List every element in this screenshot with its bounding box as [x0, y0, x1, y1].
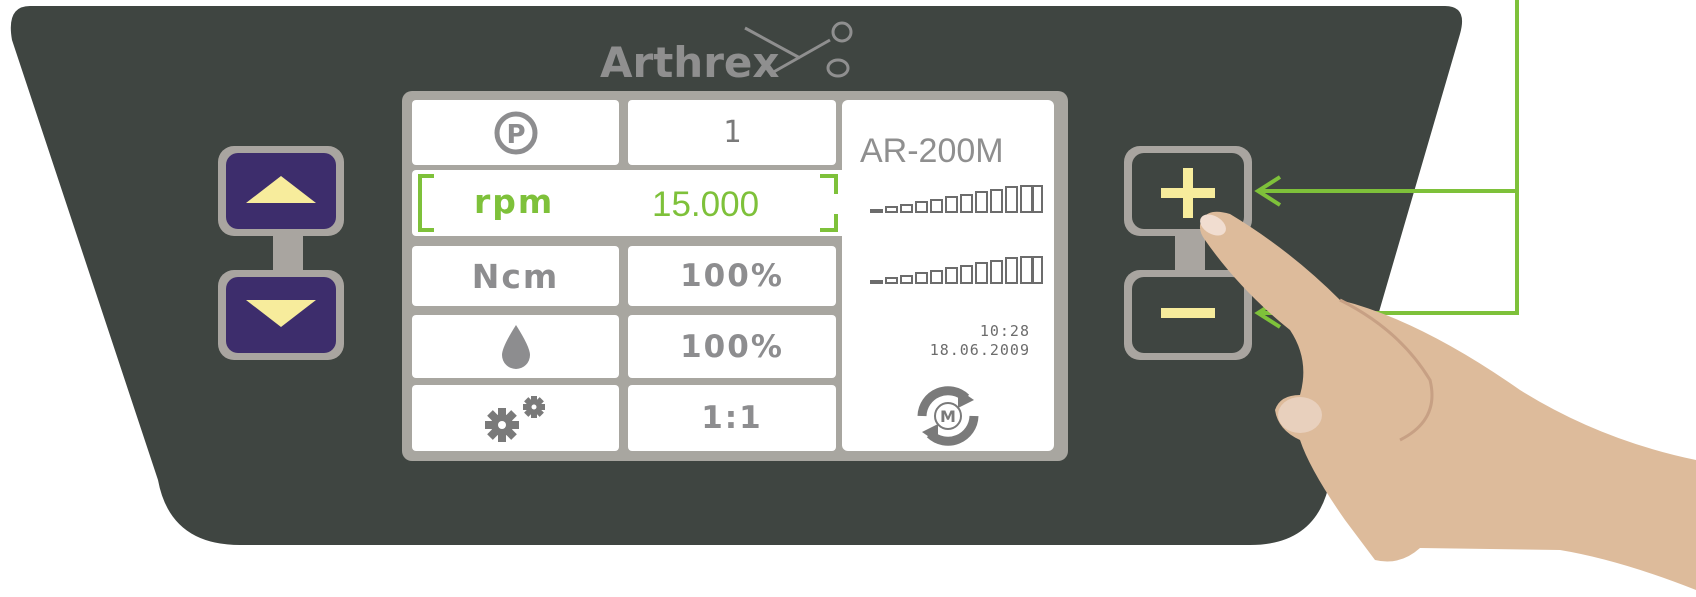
info-column: AR-200M 10:28 18.06.2009 M: [842, 100, 1054, 451]
motor-cycle-m-icon[interactable]: M: [908, 386, 988, 446]
program-value[interactable]: 1: [628, 100, 836, 165]
gears-ratio-icon: [484, 396, 545, 442]
date-display: 18.06.2009: [929, 341, 1030, 359]
datetime: 10:28 18.06.2009: [930, 322, 1030, 360]
torque-level-bars-icon: [870, 256, 1043, 284]
irrigation-label-cell[interactable]: [412, 315, 619, 378]
display-screen: P 1 rpm 15.000 Ncm 100% 100% 1:1 AR-200M…: [402, 91, 1068, 461]
minus-icon: [1161, 308, 1215, 318]
torque-label[interactable]: Ncm: [412, 246, 619, 306]
down-button[interactable]: [226, 277, 336, 353]
model-name: AR-200M: [860, 132, 1004, 170]
rpm-level-bars-icon: [870, 185, 1043, 213]
svg-text:P: P: [506, 120, 525, 150]
up-button[interactable]: [226, 153, 336, 229]
program-label-cell[interactable]: P: [412, 100, 619, 165]
minus-button[interactable]: [1124, 270, 1252, 360]
rpm-row[interactable]: rpm 15.000: [412, 170, 846, 236]
irrigation-drop-icon: [501, 324, 530, 369]
program-p-icon: P: [494, 111, 537, 154]
rpm-value: 15.000: [652, 185, 760, 224]
irrigation-value[interactable]: 100%: [628, 315, 836, 378]
svg-text:M: M: [940, 407, 956, 426]
ratio-value[interactable]: 1:1: [628, 385, 836, 451]
torque-value[interactable]: 100%: [628, 246, 836, 306]
rpm-label: rpm: [474, 182, 555, 221]
time-display: 10:28: [979, 322, 1030, 340]
brand-logo: Arthrex: [600, 38, 780, 87]
ratio-label-cell[interactable]: [412, 385, 619, 451]
